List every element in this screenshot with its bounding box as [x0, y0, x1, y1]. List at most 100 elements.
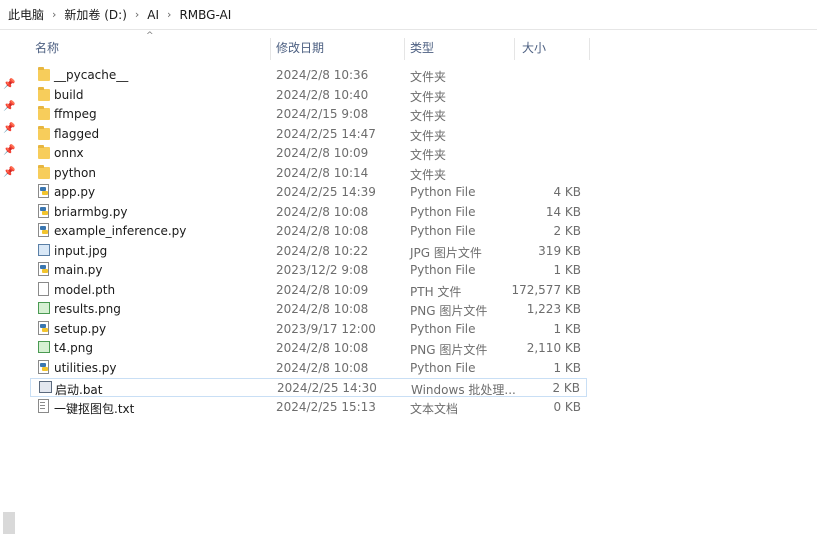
- file-modified-date: 2024/2/8 10:22: [276, 243, 369, 258]
- breadcrumb-ai[interactable]: AI: [147, 8, 159, 22]
- pin-icon: 📌: [3, 145, 16, 156]
- file-modified-date: 2024/2/8 10:09: [276, 282, 369, 297]
- column-divider[interactable]: [589, 38, 590, 60]
- column-header-type[interactable]: 类型: [410, 30, 434, 64]
- file-row[interactable]: main.py 2023/12/2 9:08 Python File 1 KB: [30, 261, 587, 280]
- file-type: Python File: [410, 204, 476, 219]
- breadcrumb-drive-d[interactable]: 新加卷 (D:): [64, 6, 126, 23]
- file-modified-date: 2024/2/15 9:08: [276, 107, 369, 121]
- breadcrumb-rmbg-ai[interactable]: RMBG-AI: [179, 8, 231, 22]
- python-file-icon: [37, 184, 51, 200]
- file-type: 文件夹: [410, 89, 447, 104]
- column-divider[interactable]: [270, 38, 271, 60]
- file-size: 1 KB: [553, 360, 581, 375]
- file-name: main.py: [54, 263, 103, 277]
- file-row[interactable]: results.png 2024/2/8 10:08 PNG 图片文件 1,223 K…: [30, 300, 587, 319]
- breadcrumb-this-pc[interactable]: 此电脑: [8, 6, 44, 23]
- file-name: t4.png: [54, 341, 93, 355]
- file-row[interactable]: example_inference.py 2024/2/8 10:08 Python…: [30, 222, 587, 241]
- file-type: PNG 图片文件: [410, 304, 488, 318]
- file-modified-date: 2024/2/8 10:40: [276, 87, 369, 102]
- file-row[interactable]: flagged 2024/2/25 14:47 文件夹: [30, 125, 587, 144]
- folder-icon: [37, 86, 51, 103]
- file-name: app.py: [54, 185, 96, 199]
- file-type: JPG 图片文件: [410, 245, 482, 260]
- file-row[interactable]: ffmpeg 2024/2/15 9:08 文件夹: [30, 105, 587, 124]
- file-modified-date: 2024/2/8 10:08: [276, 204, 369, 219]
- column-header-date[interactable]: 修改日期: [276, 30, 324, 64]
- file-row[interactable]: setup.py 2023/9/17 12:00 Python File 1 KB: [30, 320, 587, 339]
- file-row[interactable]: build 2024/2/8 10:40 文件夹: [30, 86, 587, 105]
- breadcrumb-separator-icon[interactable]: ›: [167, 8, 171, 21]
- file-type: Windows 批处理...: [411, 383, 516, 397]
- file-row[interactable]: app.py 2024/2/25 14:39 Python File 4 KB: [30, 183, 587, 202]
- file-row[interactable]: 启动.bat 2024/2/25 14:30 Windows 批处理... 2 KB: [30, 378, 587, 397]
- file-name: setup.py: [54, 321, 107, 336]
- file-row[interactable]: t4.png 2024/2/8 10:08 PNG 图片文件 2,110 KB: [30, 339, 587, 358]
- column-header-name[interactable]: 名称: [35, 30, 59, 64]
- file-type: 文件夹: [410, 167, 447, 182]
- batch-file-icon: [38, 380, 52, 396]
- file-type: PTH 文件: [410, 284, 462, 299]
- python-file-icon: [37, 223, 51, 239]
- pin-icon: 📌: [3, 167, 16, 178]
- python-file-icon: [37, 359, 51, 376]
- file-size: 1,223 KB: [526, 302, 581, 316]
- file-row[interactable]: 一键抠图包.txt 2024/2/25 15:13 文本文档 0 KB: [30, 398, 587, 417]
- file-name: 一键抠图包.txt: [54, 401, 135, 416]
- column-header-size[interactable]: 大小: [522, 30, 546, 64]
- file-size: 2,110 KB: [526, 341, 581, 355]
- column-divider[interactable]: [514, 38, 515, 60]
- file-type: 文件夹: [410, 128, 447, 143]
- file-row[interactable]: model.pth 2024/2/8 10:09 PTH 文件 172,577 KB: [30, 281, 587, 300]
- file-name: example_inference.py: [54, 224, 187, 238]
- file-name: results.png: [54, 302, 121, 316]
- column-header-bar: 名称 ^ 修改日期 类型 大小: [0, 30, 817, 64]
- file-type: Python File: [410, 360, 476, 375]
- file-type: Python File: [410, 224, 476, 238]
- file-name: __pycache__: [54, 68, 129, 82]
- file-size: 172,577 KB: [511, 282, 581, 297]
- pin-icon: 📌: [3, 123, 16, 134]
- file-size: 2 KB: [552, 381, 580, 395]
- file-name: flagged: [54, 126, 100, 141]
- file-size: 0 KB: [553, 399, 581, 414]
- file-modified-date: 2024/2/8 10:08: [276, 224, 369, 238]
- scrollbar-thumb[interactable]: [3, 512, 15, 534]
- file-row[interactable]: input.jpg 2024/2/8 10:22 JPG 图片文件 319 KB: [30, 242, 587, 261]
- file-modified-date: 2024/2/8 10:36: [276, 68, 369, 82]
- file-row[interactable]: briarmbg.py 2024/2/8 10:08 Python File 14 K…: [30, 203, 587, 222]
- file-row[interactable]: onnx 2024/2/8 10:09 文件夹: [30, 144, 587, 163]
- breadcrumb-separator-icon[interactable]: ›: [52, 8, 56, 21]
- python-file-icon: [37, 320, 51, 337]
- file-row[interactable]: __pycache__ 2024/2/8 10:36 文件夹: [30, 66, 587, 85]
- sort-ascending-icon: ^: [146, 31, 154, 41]
- column-divider[interactable]: [404, 38, 405, 60]
- file-name: 启动.bat: [55, 383, 103, 397]
- pin-icon: 📌: [3, 101, 16, 112]
- file-modified-date: 2024/2/25 14:47: [276, 126, 376, 141]
- breadcrumb-separator-icon[interactable]: ›: [135, 8, 139, 21]
- folder-icon: [37, 125, 51, 142]
- file-modified-date: 2024/2/25 14:30: [277, 381, 377, 395]
- file-row[interactable]: python 2024/2/8 10:14 文件夹: [30, 164, 587, 183]
- text-file-icon: [37, 398, 51, 415]
- file-type: 文件夹: [410, 109, 447, 123]
- folder-icon: [37, 67, 51, 83]
- file-modified-date: 2024/2/8 10:08: [276, 360, 369, 375]
- file-modified-date: 2024/2/8 10:08: [276, 302, 369, 316]
- file-size: 1 KB: [553, 263, 581, 277]
- folder-icon: [37, 164, 51, 181]
- file-size: 1 KB: [553, 321, 581, 336]
- blank-file-icon: [37, 281, 51, 298]
- file-type: Python File: [410, 185, 476, 199]
- file-size: 319 KB: [538, 243, 581, 258]
- file-name: utilities.py: [54, 360, 117, 375]
- file-modified-date: 2024/2/8 10:14: [276, 165, 369, 180]
- file-type: 文件夹: [410, 148, 447, 162]
- folder-icon: [37, 145, 51, 161]
- file-row[interactable]: utilities.py 2024/2/8 10:08 Python File 1 K…: [30, 359, 587, 378]
- file-size: 2 KB: [553, 224, 581, 238]
- jpg-image-icon: [37, 243, 51, 259]
- file-type: Python File: [410, 263, 476, 277]
